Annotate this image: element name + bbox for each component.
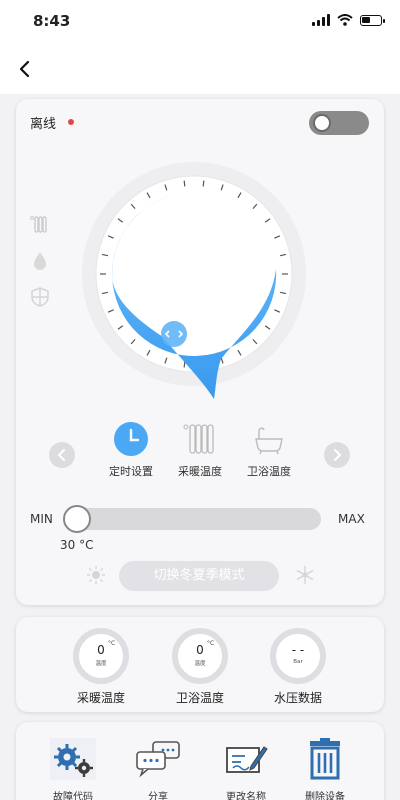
radiator-icon [183, 424, 214, 454]
edit-icon [226, 746, 268, 773]
dial-tick [183, 180, 186, 187]
rename-button[interactable]: 更改名称 [211, 738, 281, 800]
device-status-label: 离线 [30, 117, 57, 132]
gauge-sub: 温度 [194, 661, 206, 667]
toggle-knob [313, 114, 331, 132]
previous-mode-button[interactable] [49, 442, 75, 468]
gauge-sub: 温度 [95, 661, 107, 667]
gears-icon [50, 738, 96, 780]
trash-icon [310, 738, 340, 780]
next-mode-button[interactable] [324, 442, 350, 468]
mode-label: 定时设置 [109, 465, 153, 478]
fault-code-button[interactable]: 故障代码 [38, 738, 108, 800]
gauge-value: - - [291, 643, 305, 657]
mode-label: 采暖温度 [178, 465, 222, 478]
water-drop-icon[interactable] [28, 249, 52, 273]
mode-bath-temp[interactable]: 卫浴温度 [234, 421, 304, 481]
gauge-unit: °C [108, 640, 116, 647]
gauge-label: 采暖温度 [76, 691, 125, 705]
chat-icon [136, 741, 180, 778]
action-label: 更改名称 [226, 792, 266, 800]
temperature-slider-knob[interactable] [63, 505, 91, 533]
wifi-icon [337, 14, 353, 26]
device-actions-card: 故障代码 分享 更改名称 删除设备 [16, 722, 384, 800]
gauge-unit: °C [207, 640, 215, 647]
slider-min-label: MIN [30, 512, 53, 526]
power-toggle[interactable] [309, 111, 369, 135]
slider-max-label: MAX [338, 512, 365, 526]
season-mode-button[interactable]: 切换冬夏季模式 [119, 561, 279, 591]
mode-label: 卫浴温度 [247, 465, 291, 478]
dial-temperature-value: 0 [183, 264, 209, 310]
shield-icon[interactable] [28, 285, 52, 309]
back-button[interactable] [12, 54, 42, 84]
status-gauges-card: 0 °C 温度 采暖温度 0 °C 温度 卫浴温度 - - Bar 水压数据 [16, 617, 384, 712]
mode-heating-temp[interactable]: 采暖温度 [165, 421, 235, 481]
dial-unit: °C [236, 259, 247, 269]
gauge-label: 水压数据 [273, 691, 322, 705]
sun-icon [87, 566, 105, 584]
clock-icon [114, 422, 148, 456]
delete-device-button[interactable]: 删除设备 [290, 738, 360, 800]
action-label: 故障代码 [53, 792, 93, 800]
gauge-value: 0 [97, 643, 105, 657]
dial-tick [202, 180, 205, 187]
bathtub-icon [255, 427, 283, 455]
status-icons [312, 14, 385, 26]
offline-indicator-dot [68, 119, 74, 125]
dial-tick [183, 361, 186, 368]
mode-timer-setting[interactable]: 定时设置 [96, 421, 166, 481]
radiator-side-icon[interactable] [28, 213, 52, 237]
battery-icon [360, 14, 385, 26]
gauge-sub: Bar [293, 659, 303, 665]
device-control-card: 离线 卫浴温度 0 °C 定时设置 采暖温度 卫浴温度 MIN MAX 30 °… [16, 99, 384, 605]
gauge-value: 0 [196, 643, 204, 657]
temperature-slider-track[interactable] [64, 508, 321, 530]
nav-bar [0, 44, 400, 94]
share-button[interactable]: 分享 [123, 738, 193, 800]
action-label: 分享 [148, 792, 168, 800]
snowflake-icon [296, 566, 314, 584]
chevron-right-icon [334, 449, 342, 461]
action-label: 删除设备 [305, 792, 345, 800]
dial-title: 卫浴温度 [166, 233, 231, 252]
status-bar: 8:43 [0, 0, 400, 44]
slider-value: 30 °C [60, 538, 94, 552]
cellular-signal-icon [312, 14, 330, 26]
chevron-left-icon [57, 449, 65, 461]
status-time: 8:43 [33, 12, 71, 30]
gauge-label: 卫浴温度 [175, 691, 224, 705]
